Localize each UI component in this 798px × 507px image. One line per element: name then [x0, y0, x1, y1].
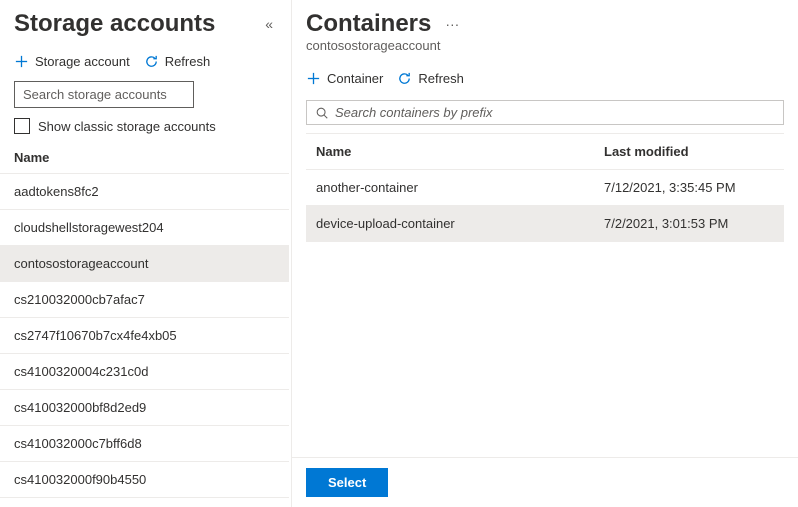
container-row[interactable]: device-upload-container7/2/2021, 3:01:53… [306, 206, 784, 242]
search-icon [315, 106, 329, 120]
more-actions-button[interactable]: ··· [441, 12, 463, 36]
collapse-panel-button[interactable]: « [261, 12, 277, 36]
show-classic-row: Show classic storage accounts [0, 116, 289, 142]
search-storage-accounts-input[interactable] [14, 81, 194, 108]
refresh-icon [144, 54, 159, 69]
refresh-icon [397, 71, 412, 86]
add-container-label: Container [327, 71, 383, 86]
container-name-cell: another-container [316, 180, 604, 195]
add-storage-account-label: Storage account [35, 54, 130, 69]
containers-list: another-container7/12/2021, 3:35:45 PMde… [306, 170, 784, 242]
show-classic-checkbox[interactable] [14, 118, 30, 134]
storage-account-row[interactable]: cs210032000cb7afac7 [0, 282, 289, 318]
storage-name-column-header[interactable]: Name [0, 142, 289, 174]
containers-panel: Containers ··· contosostorageaccount Con… [292, 0, 798, 507]
container-name-cell: device-upload-container [316, 216, 604, 231]
search-containers-wrap[interactable] [306, 100, 784, 125]
add-container-button[interactable]: Container [306, 69, 383, 88]
refresh-storage-accounts-label: Refresh [165, 54, 211, 69]
storage-accounts-scroll[interactable]: Show classic storage accounts Name aadto… [0, 81, 289, 507]
plus-icon [306, 71, 321, 86]
refresh-containers-label: Refresh [418, 71, 464, 86]
refresh-storage-accounts-button[interactable]: Refresh [144, 52, 211, 71]
containers-header-row: Name Last modified [306, 133, 784, 170]
storage-account-row[interactable]: contosostorageaccount [0, 246, 289, 282]
containers-table: Name Last modified another-container7/12… [306, 133, 784, 242]
storage-account-row[interactable]: cs410032000f90b4550 [0, 462, 289, 498]
container-row[interactable]: another-container7/12/2021, 3:35:45 PM [306, 170, 784, 206]
container-date-cell: 7/2/2021, 3:01:53 PM [604, 216, 774, 231]
containers-subtitle: contosostorageaccount [292, 38, 798, 59]
add-storage-account-button[interactable]: Storage account [14, 52, 130, 71]
storage-account-row[interactable]: cs4100320004c231c0d [0, 354, 289, 390]
left-toolbar: Storage account Refresh [0, 42, 291, 81]
storage-account-row[interactable]: cs2747f10670b7cx4fe4xb05 [0, 318, 289, 354]
plus-icon [14, 54, 29, 69]
container-date-column-header[interactable]: Last modified [604, 144, 774, 159]
storage-account-row[interactable]: cs410032000c7bff6d8 [0, 426, 289, 462]
chevron-double-left-icon: « [265, 16, 273, 32]
refresh-containers-button[interactable]: Refresh [397, 69, 464, 88]
storage-accounts-panel: Storage accounts « Storage account Refre… [0, 0, 292, 507]
storage-account-row[interactable]: cloudshellstoragewest204 [0, 210, 289, 246]
containers-title: Containers [306, 10, 431, 38]
storage-account-row[interactable]: cs410032000bf8d2ed9 [0, 390, 289, 426]
right-panel-header: Containers ··· [292, 0, 798, 38]
show-classic-label: Show classic storage accounts [38, 119, 216, 134]
container-date-cell: 7/12/2021, 3:35:45 PM [604, 180, 774, 195]
right-toolbar: Container Refresh [292, 59, 798, 98]
containers-footer: Select [292, 457, 798, 507]
select-button[interactable]: Select [306, 468, 388, 497]
left-panel-header: Storage accounts « [0, 0, 291, 42]
ellipsis-icon: ··· [445, 16, 459, 32]
storage-accounts-title: Storage accounts [14, 10, 215, 38]
storage-account-row[interactable]: aadtokens8fc2 [0, 174, 289, 210]
search-containers-input[interactable] [335, 105, 775, 120]
storage-accounts-list: aadtokens8fc2cloudshellstoragewest204con… [0, 174, 289, 498]
container-name-column-header[interactable]: Name [316, 144, 604, 159]
